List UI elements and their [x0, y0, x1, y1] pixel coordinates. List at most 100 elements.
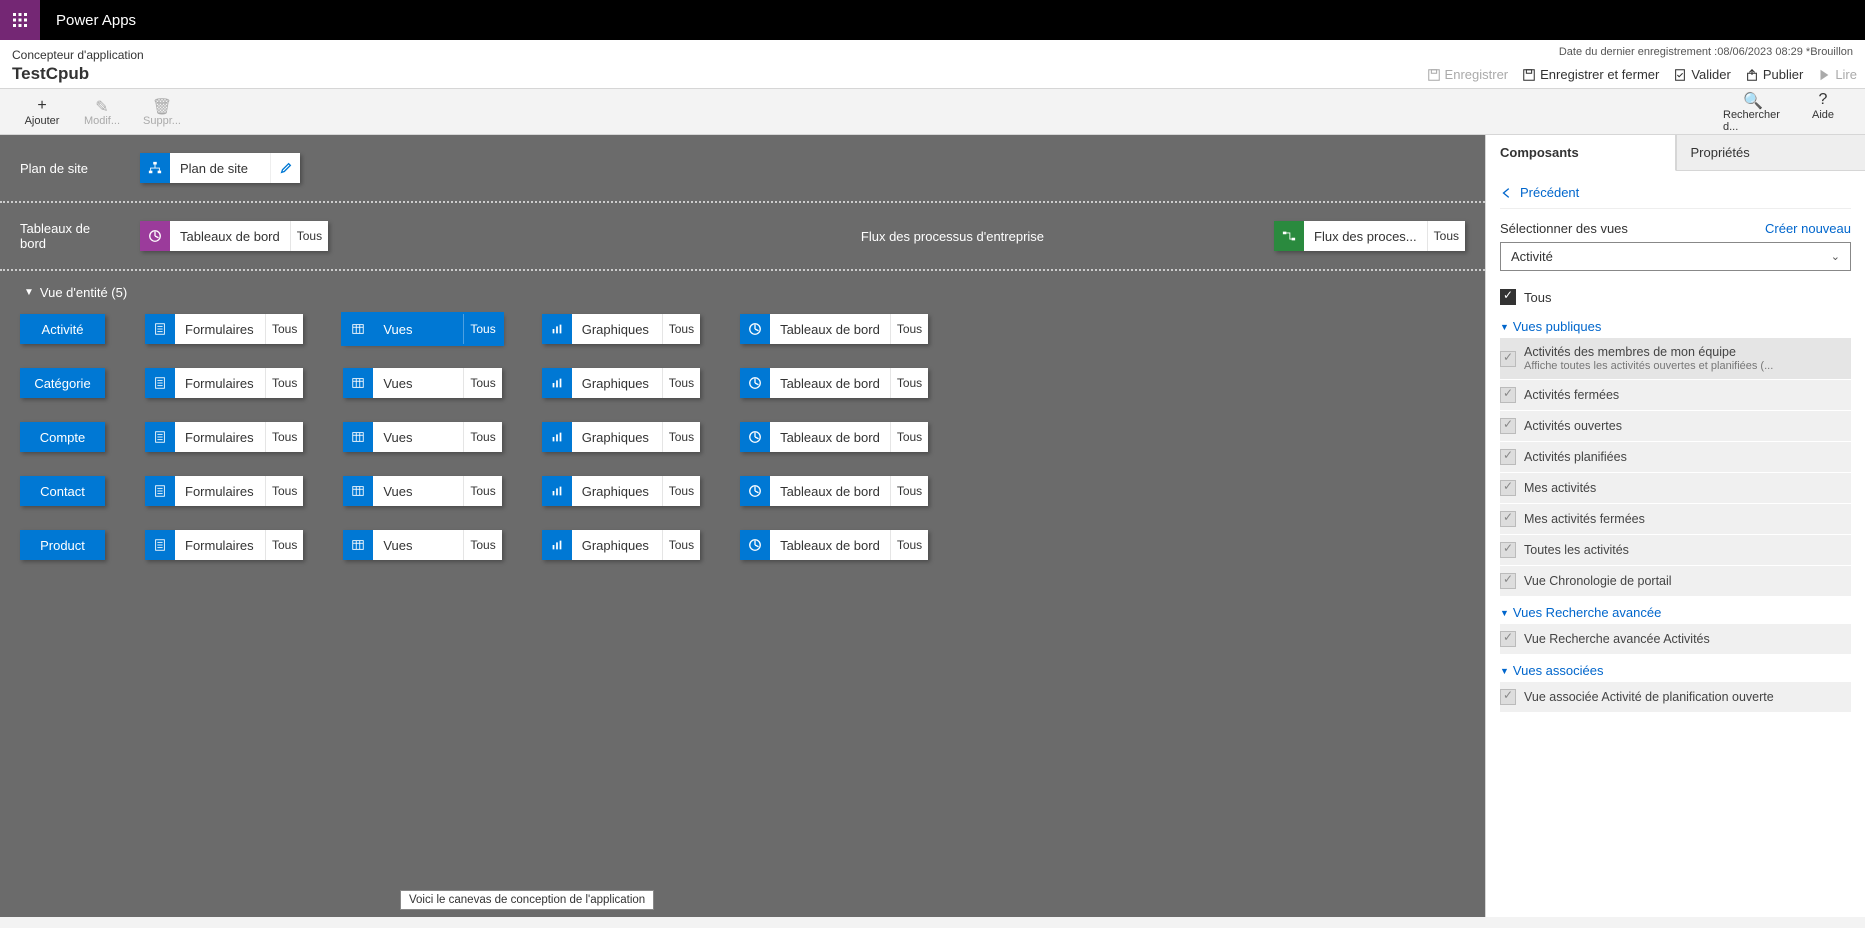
views-icon [343, 422, 373, 452]
entity-views-tile[interactable]: VuesTous [343, 422, 501, 452]
pencil-icon: ✎ [95, 97, 108, 115]
checkbox-all[interactable] [1500, 289, 1516, 305]
checkbox[interactable] [1500, 449, 1516, 465]
edit-sitemap-button[interactable] [270, 153, 300, 183]
entity-charts-tile[interactable]: GraphiquesTous [542, 422, 700, 452]
delete-button: 🗑 Suppr... [132, 97, 192, 127]
entity-button[interactable]: Catégorie [20, 368, 105, 398]
plus-icon: + [37, 97, 46, 115]
entity-button[interactable]: Product [20, 530, 105, 560]
save-close-button[interactable]: Enregistrer et fermer [1522, 67, 1659, 82]
entity-dashboards-tile[interactable]: Tableaux de bordTous [740, 530, 928, 560]
checkbox[interactable] [1500, 511, 1516, 527]
chevron-down-icon: ▼ [24, 287, 34, 298]
toolbar: + Ajouter ✎ Modif... 🗑 Suppr... 🔍 Recher… [0, 89, 1865, 135]
entity-charts-tile[interactable]: GraphiquesTous [542, 368, 700, 398]
search-icon: 🔍 [1743, 91, 1763, 109]
entity-button[interactable]: Activité [20, 314, 105, 344]
sitemap-section: Plan de site Plan de site [0, 135, 1485, 203]
view-item[interactable]: Vue Recherche avancée Activités [1500, 624, 1851, 654]
dashboards-tile[interactable]: Tableaux de bord Tous [140, 221, 328, 251]
checkbox[interactable] [1500, 542, 1516, 558]
chevron-down-icon: ▼ [1500, 608, 1509, 618]
save-button: Enregistrer [1427, 67, 1509, 82]
chevron-down-icon: ▼ [1500, 666, 1509, 676]
tab-components[interactable]: Composants [1486, 135, 1676, 171]
view-item[interactable]: Activités des membres de mon équipeAffic… [1500, 338, 1851, 379]
header-actions: Enregistrer Enregistrer et fermer Valide… [1427, 67, 1857, 82]
entity-views-tile[interactable]: VuesTous [343, 314, 501, 344]
chevron-down-icon: ▼ [1500, 322, 1509, 332]
category-public-views[interactable]: ▼ Vues publiques [1500, 311, 1851, 338]
bpf-tile[interactable]: Flux des proces... Tous [1274, 221, 1465, 251]
search-button[interactable]: 🔍 Rechercher d... [1723, 91, 1783, 133]
add-button[interactable]: + Ajouter [12, 97, 72, 127]
entity-views-tile[interactable]: VuesTous [343, 476, 501, 506]
view-item[interactable]: Activités fermées [1500, 380, 1851, 410]
all-checkbox-row[interactable]: Tous [1500, 283, 1851, 311]
waffle-icon [12, 12, 28, 28]
dashboards-icon [740, 368, 770, 398]
forms-icon [145, 476, 175, 506]
entity-forms-tile[interactable]: FormulairesTous [145, 422, 303, 452]
forms-icon [145, 422, 175, 452]
entity-row: Compte FormulairesTous VuesTous GraphiquesT… [20, 422, 1465, 452]
entity-dashboards-tile[interactable]: Tableaux de bordTous [740, 314, 928, 344]
help-button[interactable]: ? Aide [1793, 91, 1853, 133]
entity-views-tile[interactable]: VuesTous [343, 368, 501, 398]
entity-forms-tile[interactable]: FormulairesTous [145, 530, 303, 560]
entity-views-tile[interactable]: VuesTous [343, 530, 501, 560]
entity-row: Catégorie FormulairesTous VuesTous Graphiqu… [20, 368, 1465, 398]
entity-dashboards-tile[interactable]: Tableaux de bordTous [740, 368, 928, 398]
entity-forms-tile[interactable]: FormulairesTous [145, 476, 303, 506]
entity-dashboards-tile[interactable]: Tableaux de bordTous [740, 422, 928, 452]
entity-section-header[interactable]: ▼ Vue d'entité (5) [24, 285, 1465, 300]
view-item[interactable]: Vue Chronologie de portail [1500, 566, 1851, 596]
view-item[interactable]: Toutes les activités [1500, 535, 1851, 565]
checkbox[interactable] [1500, 387, 1516, 403]
views-icon [343, 314, 373, 344]
dashboards-icon [740, 422, 770, 452]
tab-properties[interactable]: Propriétés [1676, 135, 1865, 171]
validate-button[interactable]: Valider [1673, 67, 1731, 82]
category-assoc-views[interactable]: ▼ Vues associées [1500, 655, 1851, 682]
entity-forms-tile[interactable]: FormulairesTous [145, 368, 303, 398]
dashboards-icon [740, 530, 770, 560]
checkbox[interactable] [1500, 573, 1516, 589]
entity-dashboards-tile[interactable]: Tableaux de bordTous [740, 476, 928, 506]
entity-forms-tile[interactable]: FormulairesTous [145, 314, 303, 344]
global-header: Power Apps [0, 0, 1865, 40]
view-item[interactable]: Vue associée Activité de planification o… [1500, 682, 1851, 712]
entity-dropdown[interactable]: Activité ⌄ [1500, 242, 1851, 271]
sitemap-tile[interactable]: Plan de site [140, 153, 300, 183]
category-adv-find-views[interactable]: ▼ Vues Recherche avancée [1500, 597, 1851, 624]
checkbox[interactable] [1500, 351, 1516, 367]
last-save-label: Date du dernier enregistrement :08/06/20… [1559, 46, 1853, 58]
entity-button[interactable]: Compte [20, 422, 105, 452]
checkbox[interactable] [1500, 418, 1516, 434]
help-icon: ? [1819, 91, 1828, 109]
view-item[interactable]: Activités planifiées [1500, 442, 1851, 472]
canvas-scroll[interactable]: Plan de site Plan de site Tableaux [0, 135, 1485, 917]
publish-button[interactable]: Publier [1745, 67, 1803, 82]
view-item[interactable]: Mes activités fermées [1500, 504, 1851, 534]
waffle-menu[interactable] [0, 0, 40, 40]
view-item[interactable]: Activités ouvertes [1500, 411, 1851, 441]
save-icon [1427, 68, 1441, 82]
view-item[interactable]: Mes activités [1500, 473, 1851, 503]
dashboard-icon [140, 221, 170, 251]
entity-charts-tile[interactable]: GraphiquesTous [542, 530, 700, 560]
checkbox[interactable] [1500, 631, 1516, 647]
app-title: Power Apps [56, 12, 136, 29]
entity-button[interactable]: Contact [20, 476, 105, 506]
checkbox[interactable] [1500, 480, 1516, 496]
checkbox[interactable] [1500, 689, 1516, 705]
forms-icon [145, 530, 175, 560]
canvas-tooltip: Voici le canevas de conception de l'appl… [400, 890, 654, 910]
panel-body[interactable]: Précédent Sélectionner des vues Créer no… [1486, 171, 1865, 917]
entity-charts-tile[interactable]: GraphiquesTous [542, 476, 700, 506]
forms-icon [145, 314, 175, 344]
create-new-link[interactable]: Créer nouveau [1765, 221, 1851, 236]
back-link[interactable]: Précédent [1500, 179, 1851, 209]
entity-charts-tile[interactable]: GraphiquesTous [542, 314, 700, 344]
